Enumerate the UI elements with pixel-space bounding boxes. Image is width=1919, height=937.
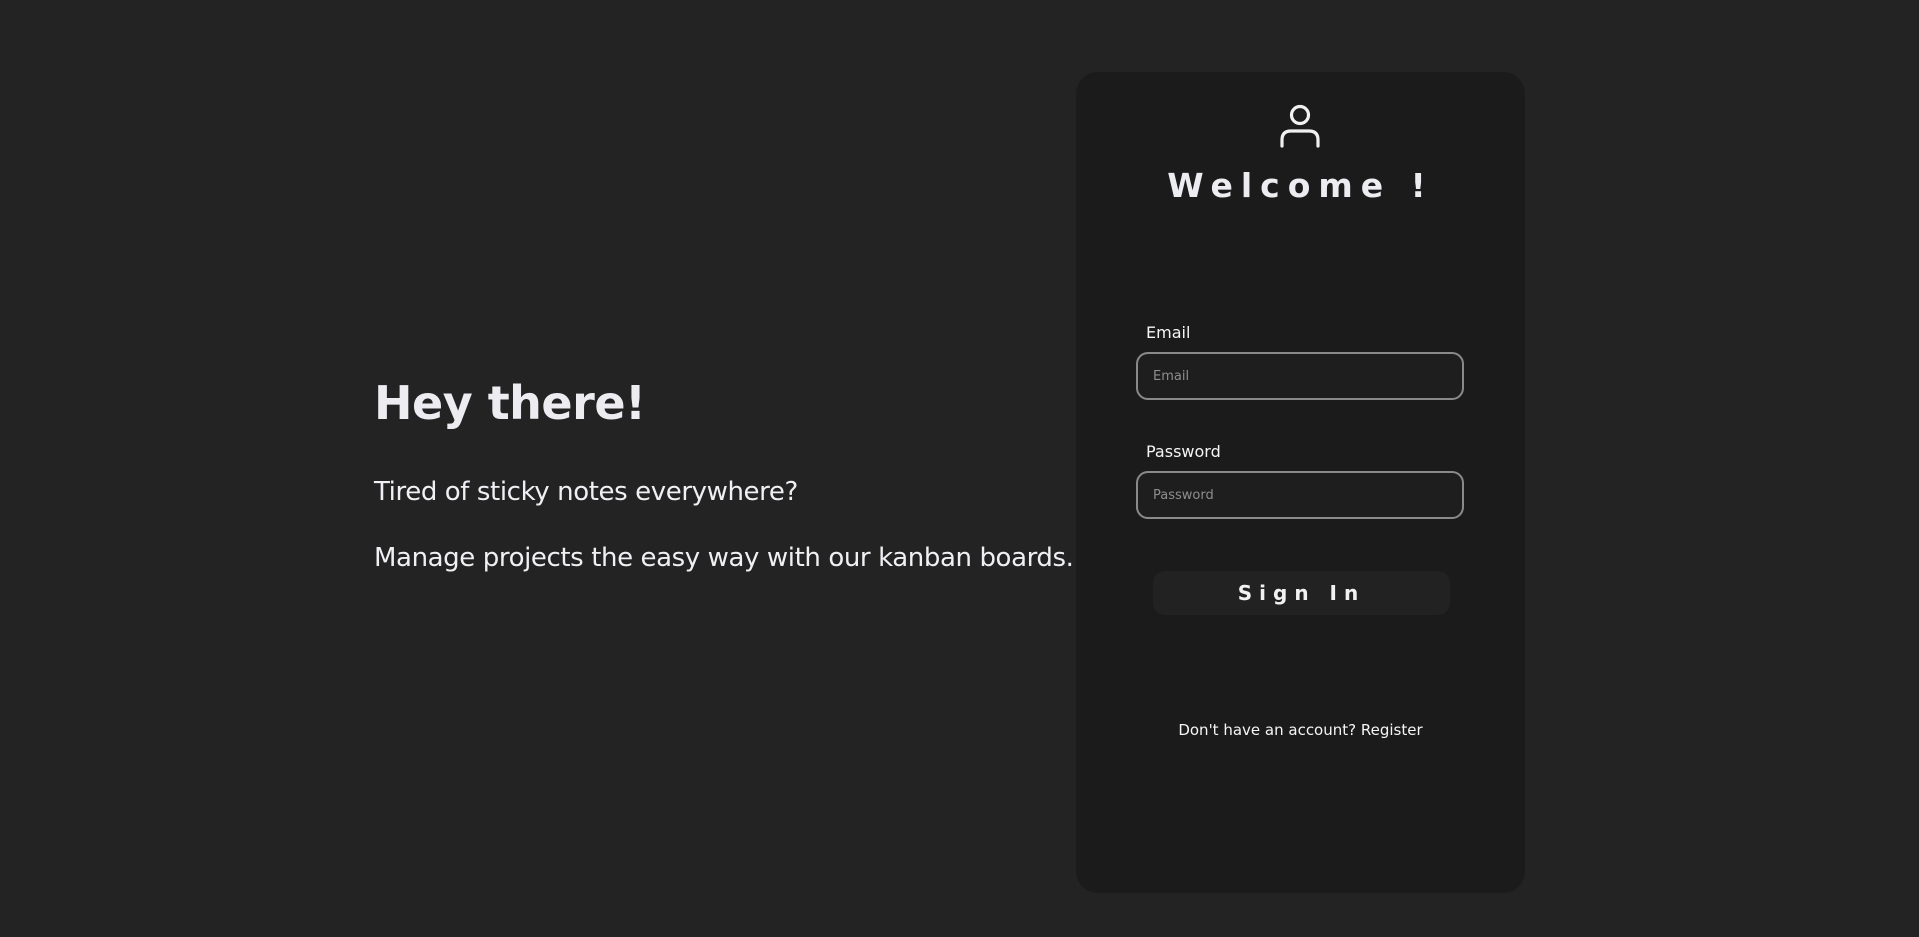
user-icon — [1277, 102, 1323, 148]
register-prompt-text: Don't have an account? — [1178, 721, 1357, 739]
register-prompt: Don't have an account? Register — [1076, 720, 1525, 740]
login-page: Hey there! Tired of sticky notes everywh… — [0, 0, 1919, 937]
password-field[interactable] — [1136, 471, 1464, 519]
intro-section: Hey there! Tired of sticky notes everywh… — [374, 372, 1074, 574]
login-card: Welcome ! Email Password Sign In Don't h… — [1076, 72, 1525, 893]
sign-in-button[interactable]: Sign In — [1153, 571, 1450, 615]
register-link[interactable]: Register — [1361, 721, 1423, 739]
welcome-title: Welcome ! — [1167, 166, 1434, 205]
email-field[interactable] — [1136, 352, 1464, 400]
intro-heading: Hey there! — [374, 376, 646, 430]
intro-description: Manage projects the easy way with our ka… — [374, 543, 1074, 573]
password-label: Password — [1146, 442, 1221, 461]
email-label: Email — [1146, 323, 1191, 342]
intro-tagline: Tired of sticky notes everywhere? — [374, 477, 798, 507]
